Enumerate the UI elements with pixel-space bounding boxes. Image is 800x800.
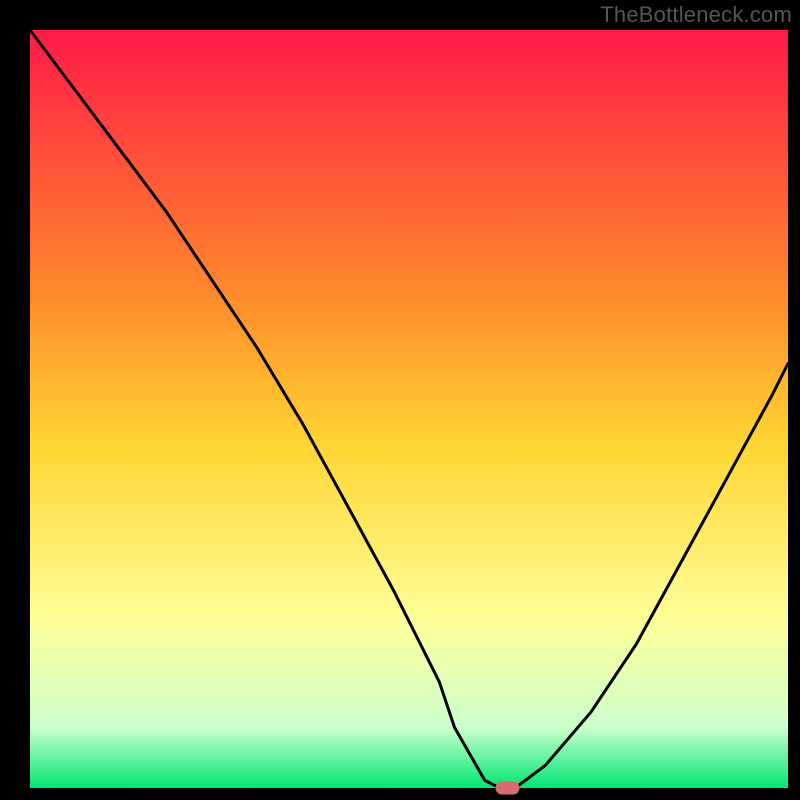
bottleneck-chart	[0, 0, 800, 800]
chart-stage: TheBottleneck.com	[0, 0, 800, 800]
plot-background-gradient	[30, 30, 788, 788]
optimum-marker	[496, 782, 520, 795]
attribution-watermark: TheBottleneck.com	[600, 2, 792, 28]
